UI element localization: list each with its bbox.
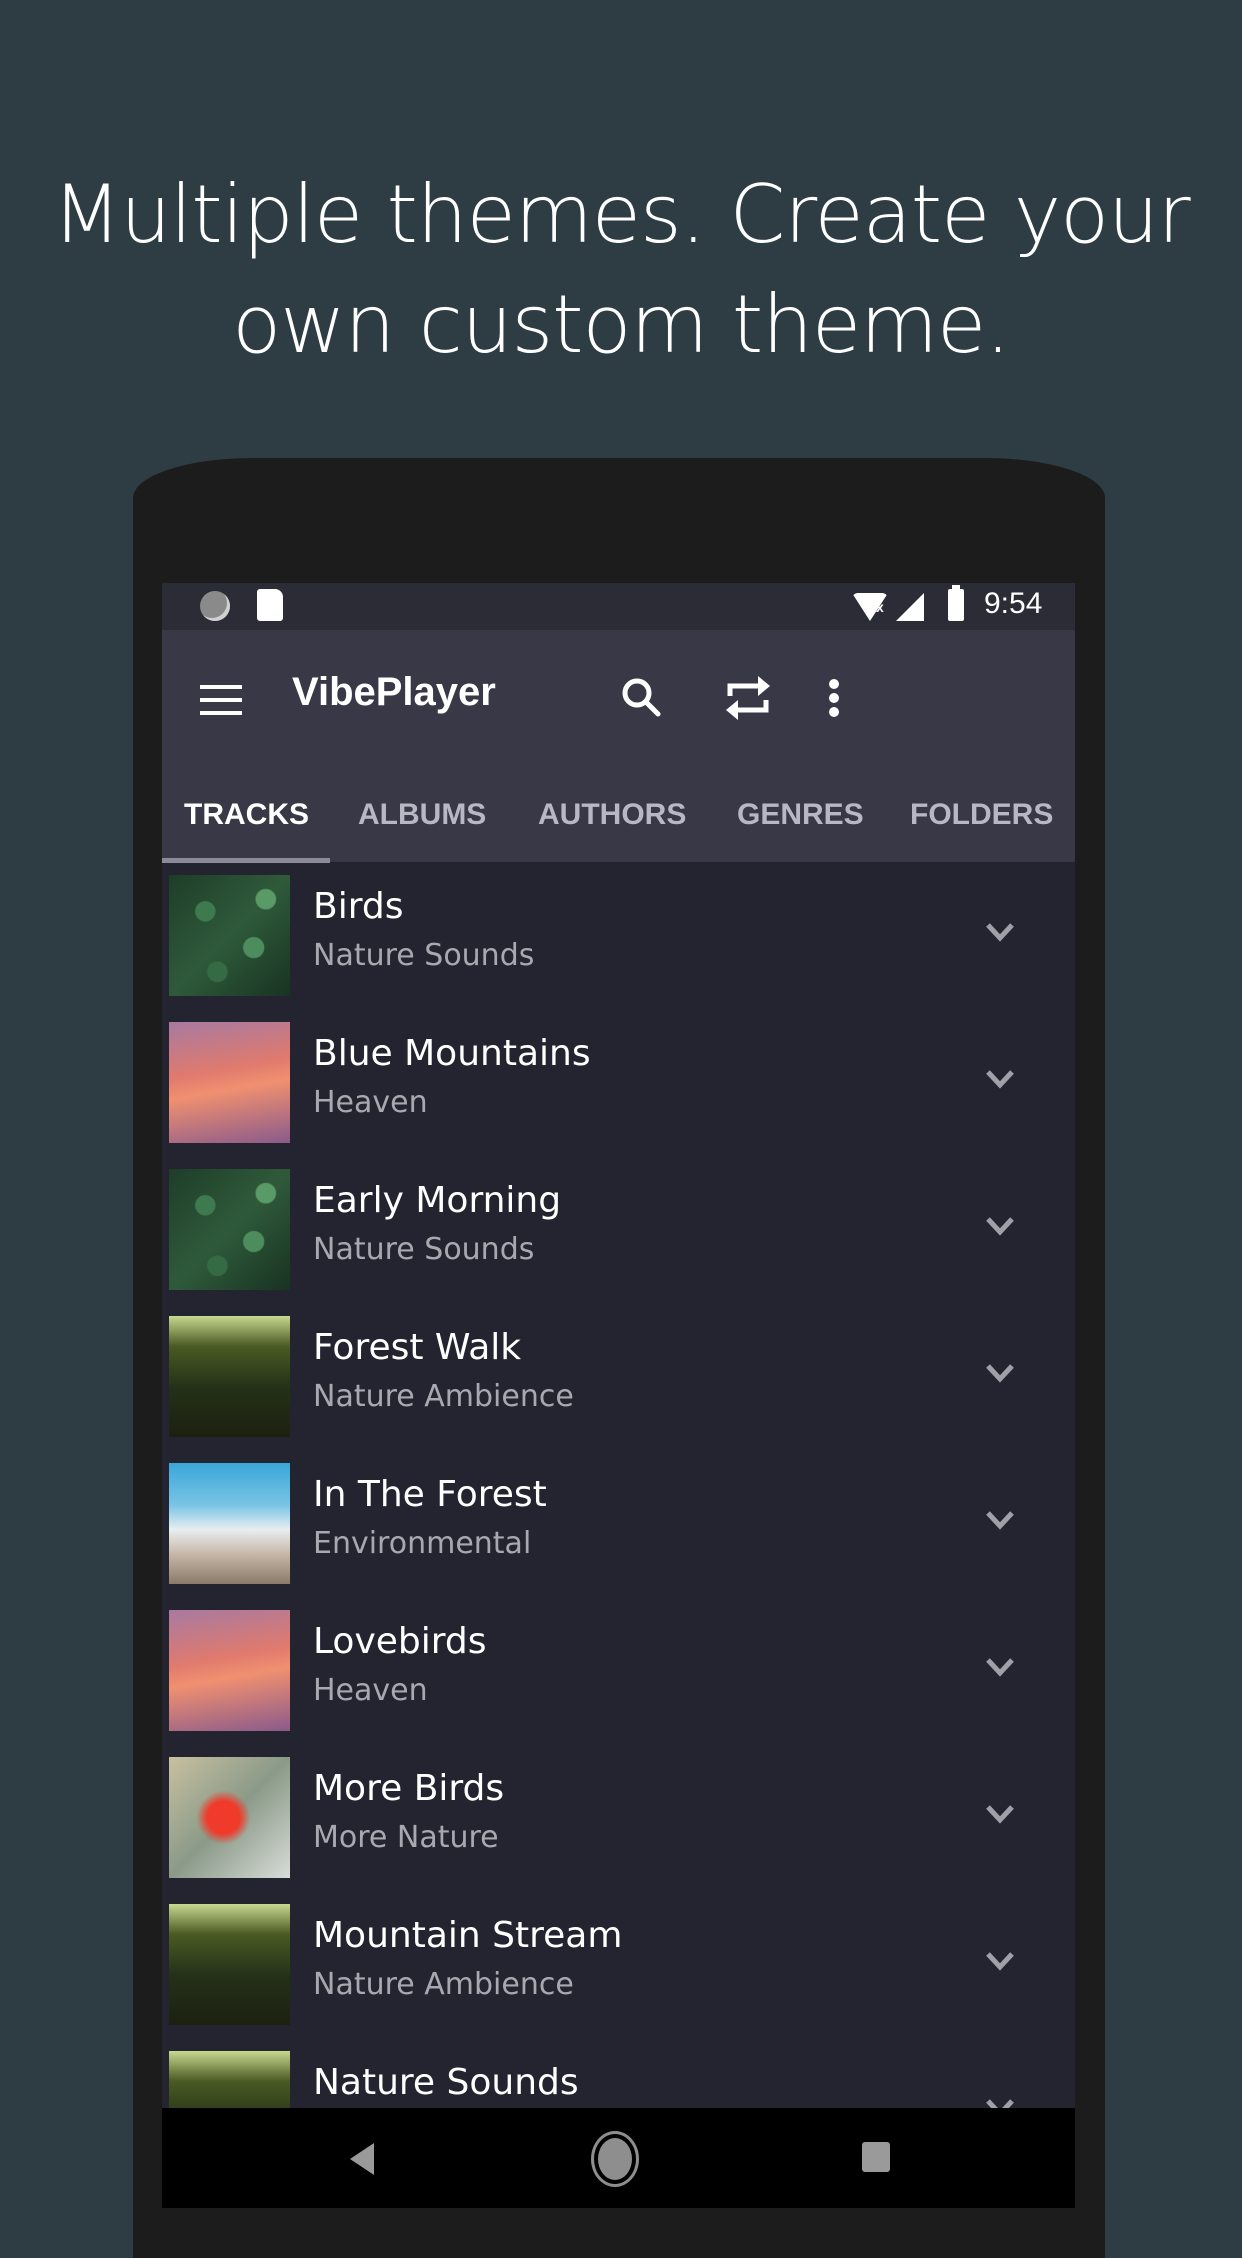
repeat-icon [726, 676, 770, 720]
more-options-button[interactable] [806, 670, 862, 726]
menu-icon[interactable] [200, 685, 242, 715]
track-row[interactable]: Forest Walk Nature Ambience [162, 1303, 1075, 1450]
more-vert-icon [829, 679, 839, 717]
track-artist: Nature Sounds [313, 1232, 535, 1267]
tab-authors[interactable]: AUTHORS [538, 798, 686, 832]
repeat-button[interactable] [720, 670, 776, 726]
chevron-down-icon[interactable] [982, 1208, 1018, 1244]
battery-charging-icon [948, 585, 964, 621]
status-time: 9:54 [984, 587, 1043, 620]
track-title: Lovebirds [313, 1621, 487, 1662]
track-row[interactable]: Early Morning Nature Sounds [162, 1156, 1075, 1303]
track-row[interactable]: More Birds More Nature [162, 1744, 1075, 1891]
system-nav-bar [162, 2108, 1075, 2208]
wifi-x-mark: x [876, 599, 884, 615]
headline-line-2: own custom theme. [232, 278, 1010, 371]
track-artist: Nature Ambience [313, 1379, 574, 1414]
status-bar: x 9:54 [162, 583, 1075, 630]
track-title: Forest Walk [313, 1327, 522, 1368]
track-artist: Environmental [313, 1526, 532, 1561]
recents-icon[interactable] [862, 2142, 890, 2172]
back-icon[interactable] [350, 2143, 374, 2175]
track-artist: Nature Ambience [313, 1967, 574, 2002]
chevron-down-icon[interactable] [982, 1649, 1018, 1685]
tab-bar: TRACKS ALBUMS AUTHORS GENRES FOLDERS [162, 780, 1075, 862]
album-art [169, 1610, 290, 1731]
chevron-down-icon[interactable] [982, 1502, 1018, 1538]
album-art [169, 1022, 290, 1143]
app-toolbar: VibePlayer TRACKS ALBUMS AUTHORS GENRES … [162, 630, 1075, 863]
track-title: Birds [313, 886, 404, 927]
track-row[interactable]: Mountain Stream Nature Ambience [162, 1891, 1075, 2038]
chevron-down-icon[interactable] [982, 1796, 1018, 1832]
home-icon[interactable] [594, 2134, 636, 2184]
tab-tracks[interactable]: TRACKS [184, 798, 309, 832]
track-title: Early Morning [313, 1180, 562, 1221]
album-art [169, 875, 290, 996]
album-art [169, 1169, 290, 1290]
album-art [169, 1463, 290, 1584]
album-art [169, 1904, 290, 2025]
sync-icon [200, 591, 230, 621]
app-title: VibePlayer [292, 670, 496, 714]
track-title: More Birds [313, 1768, 505, 1809]
track-row[interactable]: Birds Nature Sounds [162, 862, 1075, 1009]
track-title: Mountain Stream [313, 1915, 623, 1956]
tab-genres[interactable]: GENRES [737, 798, 864, 832]
track-title: In The Forest [313, 1474, 547, 1515]
track-title: Blue Mountains [313, 1033, 591, 1074]
tab-albums[interactable]: ALBUMS [358, 798, 486, 832]
search-button[interactable] [614, 670, 670, 726]
track-title: Nature Sounds [313, 2062, 579, 2103]
chevron-down-icon[interactable] [982, 1355, 1018, 1391]
track-artist: Heaven [313, 1673, 428, 1708]
album-art [169, 1316, 290, 1437]
track-row[interactable]: Blue Mountains Heaven [162, 1009, 1075, 1156]
track-artist: Heaven [313, 1085, 428, 1120]
track-row[interactable]: In The Forest Environmental [162, 1450, 1075, 1597]
headline: Multiple themes. Create your own custom … [0, 160, 1242, 380]
headline-line-1: Multiple themes. Create your [52, 168, 1190, 261]
album-art [169, 1757, 290, 1878]
track-row[interactable]: Lovebirds Heaven [162, 1597, 1075, 1744]
sd-card-icon [257, 589, 283, 621]
chevron-down-icon[interactable] [982, 914, 1018, 950]
chevron-down-icon[interactable] [982, 1061, 1018, 1097]
signal-icon [896, 593, 924, 621]
tab-folders[interactable]: FOLDERS [910, 798, 1053, 832]
search-icon [622, 678, 661, 717]
phone-screen: x 9:54 VibePlayer TRACKS ALBUMS AUTHORS … [162, 583, 1075, 2208]
chevron-down-icon[interactable] [982, 1943, 1018, 1979]
track-artist: Nature Sounds [313, 938, 535, 973]
track-artist: More Nature [313, 1820, 499, 1855]
